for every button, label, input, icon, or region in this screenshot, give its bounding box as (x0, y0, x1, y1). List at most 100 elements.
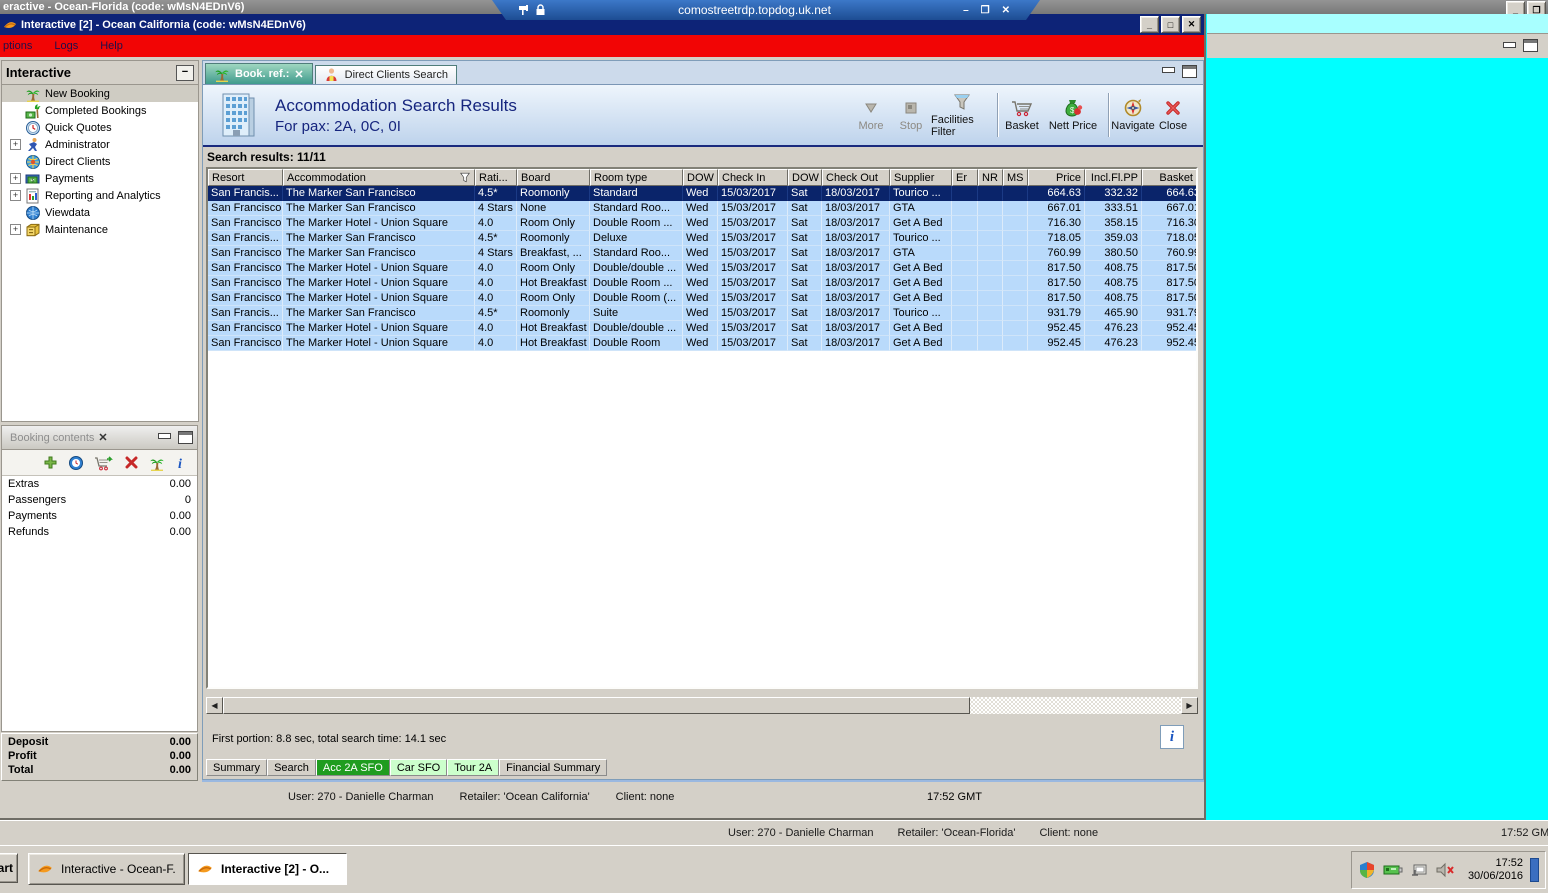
sidebar-item-viewdata[interactable]: Viewdata (2, 204, 198, 221)
panel-restore-icon[interactable] (1182, 65, 1197, 78)
basket-button[interactable]: Basket (1002, 99, 1042, 132)
sidebar-collapse-button[interactable]: − (176, 64, 194, 81)
nett-price-button[interactable]: $ Nett Price (1042, 99, 1104, 132)
facilities-filter-button[interactable]: Facilities Filter (931, 93, 993, 138)
booking-close-icon[interactable]: ✕ (98, 431, 107, 444)
table-row[interactable]: San Francis... The Marker San Francisco 4.… (208, 186, 1196, 201)
bottom-tab-car-sfo[interactable]: Car SFO (389, 759, 448, 776)
navigate-button[interactable]: Navigate (1111, 98, 1155, 132)
volume-muted-icon[interactable] (1435, 862, 1455, 878)
tab-book-ref-none-[interactable]: Book. ref.: ✕ (205, 63, 313, 84)
table-row[interactable]: San Francisco The Marker Hotel - Union Sq… (208, 321, 1196, 336)
table-row[interactable]: San Francisco The Marker Hotel - Union Sq… (208, 261, 1196, 276)
table-row[interactable]: San Francisco The Marker Hotel - Union Sq… (208, 291, 1196, 306)
taskbar-button-2[interactable]: Interactive [2] - O... (188, 853, 347, 885)
panel-restore-icon[interactable] (178, 431, 193, 444)
expand-plus-icon[interactable]: + (10, 139, 21, 150)
column-header-er[interactable]: Er (952, 169, 978, 186)
more-button[interactable]: More (851, 99, 891, 132)
sidebar-item-payments[interactable]: + $ Payments (2, 170, 198, 187)
pin-icon[interactable] (518, 4, 529, 16)
column-header-resort[interactable]: Resort (208, 169, 283, 186)
booking-row-refunds[interactable]: Refunds 0.00 (2, 524, 197, 540)
panel-minimize-icon[interactable] (1160, 65, 1176, 77)
table-row[interactable]: San Francis... The Marker San Francisco 4.… (208, 231, 1196, 246)
scrollbar-thumb[interactable] (223, 697, 971, 714)
stop-button[interactable]: Stop (891, 99, 931, 132)
info-button[interactable]: i (1160, 725, 1184, 749)
sidebar-item-new-booking[interactable]: New Booking (2, 85, 198, 102)
filter-funnel-icon[interactable] (459, 172, 471, 183)
add-icon[interactable] (43, 455, 58, 470)
column-header-supplier[interactable]: Supplier (890, 169, 952, 186)
column-header-rati-[interactable]: Rati... (475, 169, 517, 186)
sidebar-item-administrator[interactable]: + Administrator (2, 136, 198, 153)
expand-plus-icon[interactable]: + (10, 190, 21, 201)
column-header-incl-fl-pp[interactable]: Incl.Fl.PP (1085, 169, 1142, 186)
booking-row-extras[interactable]: Extras 0.00 (2, 476, 197, 492)
table-row[interactable]: San Francisco The Marker Hotel - Union Sq… (208, 216, 1196, 231)
menu-ptions[interactable]: ptions (1, 38, 34, 54)
rdp-close-icon[interactable]: ✕ (1002, 5, 1010, 16)
network-connection-icon[interactable] (1410, 862, 1428, 878)
tab-close-icon[interactable]: ✕ (294, 68, 303, 81)
bottom-tab-search[interactable]: Search (267, 759, 316, 776)
bottom-tab-summary[interactable]: Summary (206, 759, 268, 776)
table-row[interactable]: San Francisco The Marker Hotel - Union Sq… (208, 276, 1196, 291)
column-header-dow[interactable]: DOW (788, 169, 822, 186)
column-header-ms[interactable]: MS (1003, 169, 1028, 186)
column-header-price[interactable]: Price (1028, 169, 1085, 186)
column-header-basket[interactable]: Basket (1142, 169, 1196, 186)
scroll-left-arrow-icon[interactable]: ◀ (206, 697, 223, 714)
sidebar-item-direct-clients[interactable]: Direct Clients (2, 153, 198, 170)
panel-restore-icon[interactable] (1523, 39, 1538, 52)
sidebar-item-maintenance[interactable]: + Maintenance (2, 221, 198, 238)
rdp-restore-icon[interactable]: ❐ (981, 5, 990, 16)
sidebar-item-completed-bookings[interactable]: Completed Bookings (2, 102, 198, 119)
bottom-tab-tour-2a[interactable]: Tour 2A (447, 759, 500, 776)
scroll-right-arrow-icon[interactable]: ▶ (1181, 697, 1198, 714)
panel-minimize-icon[interactable] (1501, 40, 1517, 52)
expand-plus-icon[interactable]: + (10, 224, 21, 235)
booking-row-payments[interactable]: Payments 0.00 (2, 508, 197, 524)
app-close-button[interactable]: ✕ (1182, 16, 1201, 33)
tray-clock[interactable]: 17:52 30/06/2016 (1468, 857, 1523, 883)
column-header-dow[interactable]: DOW (683, 169, 718, 186)
totals-box: Deposit 0.00 Profit 0.00 Total 0.00 (1, 733, 198, 781)
bottom-tab-financial-summary[interactable]: Financial Summary (499, 759, 608, 776)
app-minimize-button[interactable]: _ (1140, 16, 1159, 33)
network-card-icon[interactable] (1383, 863, 1403, 877)
horizontal-scrollbar[interactable]: ◀ ▶ (206, 697, 1198, 714)
palm-icon[interactable] (149, 455, 165, 471)
menu-logs[interactable]: Logs (52, 38, 80, 54)
tab-direct-clients-search[interactable]: Direct Clients Search (314, 65, 457, 84)
expand-plus-icon[interactable]: + (10, 173, 21, 184)
taskbar-button-1[interactable]: Interactive - Ocean-F... (28, 853, 185, 885)
column-header-board[interactable]: Board (517, 169, 590, 186)
refresh-clock-icon[interactable] (68, 455, 84, 471)
table-row[interactable]: San Francis... The Marker San Francisco 4.… (208, 306, 1196, 321)
table-row[interactable]: San Francisco The Marker San Francisco 4 S… (208, 201, 1196, 216)
table-row[interactable]: San Francisco The Marker Hotel - Union Sq… (208, 336, 1196, 351)
cart-arrow-icon[interactable] (94, 455, 114, 471)
rdp-minimize-icon[interactable]: – (963, 5, 969, 16)
menu-help[interactable]: Help (98, 38, 125, 54)
delete-x-icon[interactable] (124, 455, 139, 470)
column-header-check-in[interactable]: Check In (718, 169, 788, 186)
bottom-tab-acc-2a-sfo[interactable]: Acc 2A SFO (315, 759, 390, 776)
column-header-check-out[interactable]: Check Out (822, 169, 890, 186)
booking-row-passengers[interactable]: Passengers 0 (2, 492, 197, 508)
sidebar-item-quick-quotes[interactable]: Quick Quotes (2, 119, 198, 136)
column-header-room-type[interactable]: Room type (590, 169, 683, 186)
column-header-accommodation[interactable]: Accommodation (283, 169, 475, 186)
antivirus-shield-icon[interactable] (1358, 861, 1376, 879)
panel-minimize-icon[interactable] (156, 431, 172, 443)
start-button[interactable]: art (0, 853, 18, 883)
scrollbar-track[interactable] (223, 697, 1181, 714)
table-row[interactable]: San Francisco The Marker San Francisco 4 S… (208, 246, 1196, 261)
column-header-nr[interactable]: NR (978, 169, 1003, 186)
close-button[interactable]: Close (1153, 99, 1193, 132)
app-maximize-button[interactable]: □ (1161, 16, 1180, 33)
info-icon[interactable]: i (175, 455, 187, 470)
sidebar-item-reporting-and-analytics[interactable]: + Reporting and Analytics (2, 187, 198, 204)
